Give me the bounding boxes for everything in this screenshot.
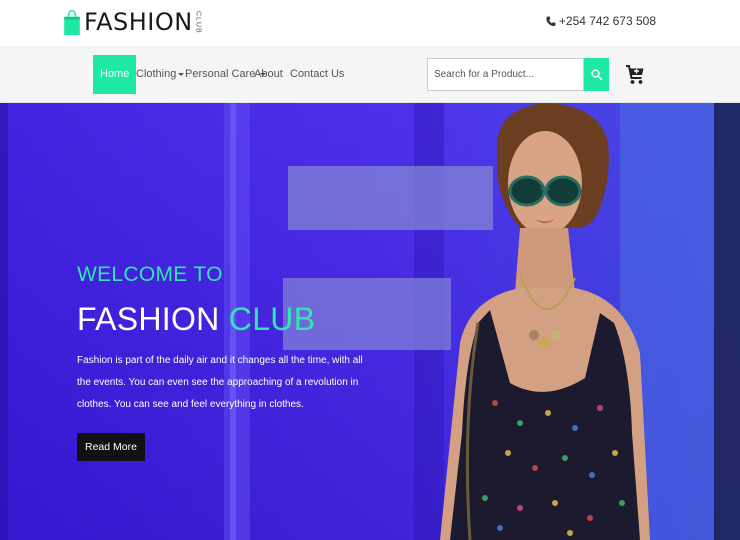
phone-contact: +254 742 673 508 [546, 14, 656, 28]
search-button[interactable] [584, 58, 609, 91]
phone-icon [546, 16, 556, 26]
hero-title-accent: CLUB [228, 301, 316, 337]
nav-contact-label: Contact Us [290, 68, 345, 80]
search-icon [591, 69, 602, 80]
nav-contact-us[interactable]: Contact Us [283, 55, 351, 94]
search-form [427, 58, 610, 91]
phone-number: +254 742 673 508 [558, 14, 656, 28]
logo-subtext: CLUB [194, 10, 202, 34]
nav-clothing-label: Clothing [136, 68, 177, 80]
search-input[interactable] [427, 58, 584, 91]
main-navbar: Home Clothing Personal Care About Contac… [0, 46, 740, 103]
read-more-button[interactable]: Read More [77, 433, 145, 461]
hero-title: FASHION CLUB [77, 301, 367, 338]
hero-description: Fashion is part of the daily air and it … [77, 355, 363, 410]
shopping-cart-icon [626, 65, 644, 84]
hero-content: WELCOME TO FASHION CLUB Fashion is part … [77, 263, 367, 461]
nav-about-label: About [254, 68, 283, 80]
hero-banner: WELCOME TO FASHION CLUB Fashion is part … [0, 103, 740, 540]
logo-text: FASHION [84, 8, 193, 36]
cart-button[interactable] [625, 64, 645, 91]
hero-title-main: FASHION [77, 301, 220, 337]
nav-personal-care-label: Personal Care [185, 68, 256, 80]
top-bar: FASHION CLUB +254 742 673 508 [0, 0, 740, 46]
nav-home-label: Home [100, 68, 130, 80]
site-logo[interactable]: FASHION CLUB [63, 5, 202, 39]
hero-welcome: WELCOME TO [77, 263, 223, 286]
shopping-bag-icon [64, 10, 80, 35]
